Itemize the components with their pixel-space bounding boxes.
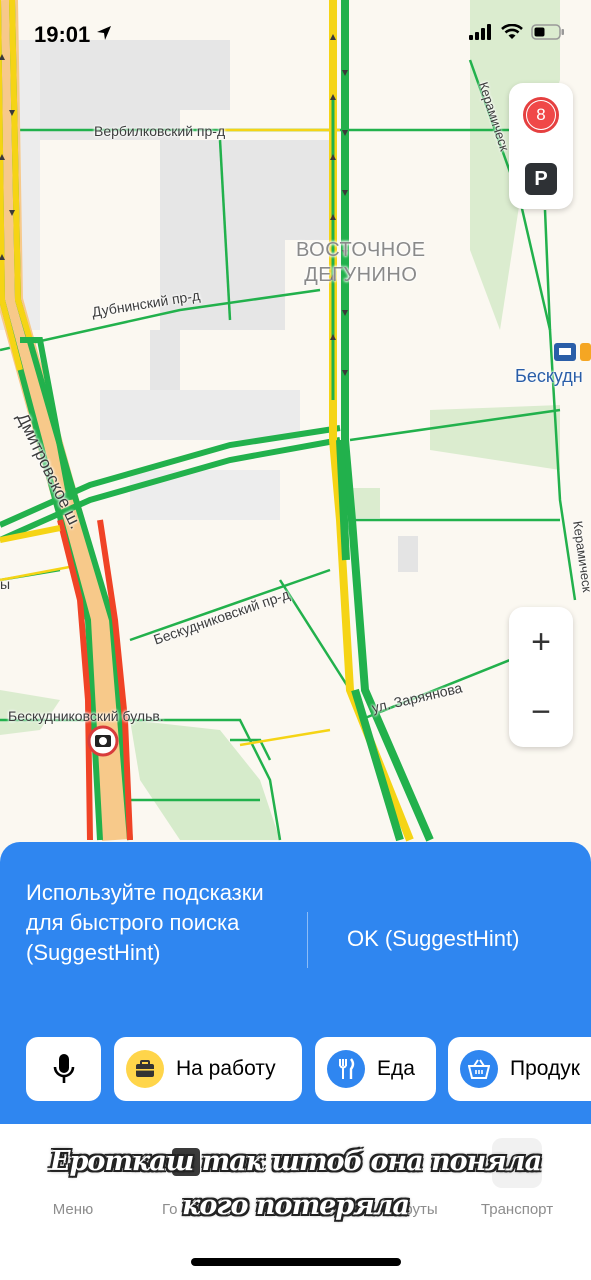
battery-icon: [531, 24, 564, 40]
street-label-beskudnikovsky-bulvar: Бескудниковский бульв.: [8, 708, 164, 724]
divider: [307, 912, 308, 968]
street-label-verbilkovsky: Вербилковский пр-д: [94, 123, 226, 139]
map-block: [398, 536, 418, 572]
quick-search-chips: На работу Еда Продук: [26, 1037, 591, 1101]
fork-knife-icon: [327, 1050, 365, 1088]
microphone-icon: [53, 1054, 74, 1083]
hint-ok-button[interactable]: OK (SuggestHint): [347, 926, 519, 952]
map-block: [130, 470, 280, 520]
chip-food[interactable]: Еда: [315, 1037, 436, 1101]
status-bar: 19:01: [0, 0, 591, 72]
chip-groceries[interactable]: Продук: [448, 1037, 591, 1101]
traffic-button[interactable]: 8: [523, 97, 559, 133]
home-indicator[interactable]: [191, 1258, 401, 1266]
hint-text: Используйте подсказки для быстрого поиск…: [26, 880, 264, 965]
district-label: ВОСТОЧНОЕ ДЕГУНИНО: [296, 239, 426, 286]
metro-station-icon: [554, 343, 591, 361]
speed-camera-icon: [87, 725, 119, 757]
basket-icon: [460, 1050, 498, 1088]
map-view[interactable]: ВОСТОЧНОЕ ДЕГУНИНО Вербилковский пр-д Ду…: [0, 0, 591, 870]
wifi-icon: [501, 24, 523, 39]
suggest-hint-sheet: Используйте подсказки для быстрого поиск…: [0, 842, 591, 1132]
chip-work[interactable]: На работу: [114, 1037, 302, 1101]
park-area: [430, 405, 560, 470]
parking-button[interactable]: P: [525, 163, 557, 195]
voice-search-button[interactable]: [26, 1037, 101, 1101]
zoom-out-button[interactable]: −: [509, 677, 573, 747]
briefcase-icon: [126, 1050, 164, 1088]
street-label-edge: ы: [0, 576, 11, 592]
overlay-caption-line-2: кого потеряла: [182, 1190, 410, 1221]
map-block: [100, 390, 300, 440]
overlay-caption-line-1: Ероткаш так штоб она поняла: [49, 1146, 542, 1177]
map-layers-panel: 8 P: [509, 83, 573, 209]
signal-icon: [469, 24, 491, 40]
park-area: [130, 720, 280, 840]
metro-station-label[interactable]: Бескудн: [515, 366, 583, 387]
status-icons: [469, 24, 565, 40]
chip-food-label: Еда: [377, 1057, 415, 1080]
zoom-in-button[interactable]: +: [509, 607, 573, 677]
zoom-control: + −: [509, 607, 573, 747]
chip-groceries-label: Продук: [510, 1057, 580, 1080]
chip-work-label: На работу: [176, 1057, 276, 1080]
location-arrow-icon: [97, 26, 112, 40]
traffic-score: 8: [527, 101, 555, 129]
status-time: 19:01: [34, 22, 112, 48]
